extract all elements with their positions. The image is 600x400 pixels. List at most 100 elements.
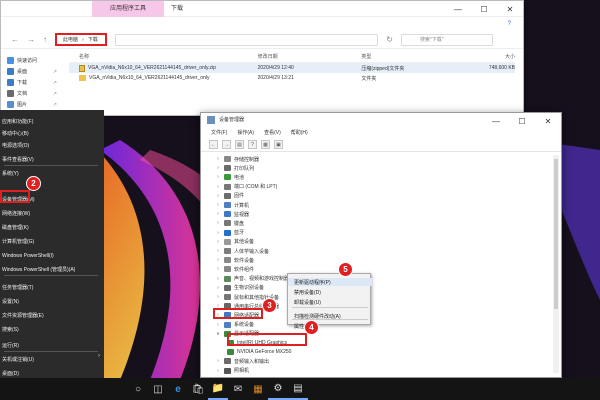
device-category[interactable]: › 蓝牙 (215, 229, 244, 237)
collapsed-chevron-icon[interactable]: › (215, 211, 221, 217)
mail-icon[interactable]: ✉ (228, 378, 248, 400)
application-tools-tab[interactable]: 应用程序工具 (92, 1, 164, 17)
winx-item[interactable]: 电源选项(O) (0, 140, 29, 151)
winx-item[interactable]: 运行(R) (0, 340, 19, 351)
properties-icon[interactable]: ▤ (235, 140, 244, 149)
task-view-icon[interactable]: ◫ (148, 378, 168, 400)
column-header-type[interactable]: 类型 (361, 53, 457, 60)
app-icon[interactable]: ▦ (248, 378, 268, 400)
collapsed-chevron-icon[interactable]: › (215, 322, 221, 328)
context-menu-item[interactable]: 卸载设备(U) (288, 298, 372, 306)
sidebar-item[interactable]: 快速访问 (1, 55, 61, 66)
winx-item[interactable]: 设置(N) (0, 296, 19, 307)
file-row[interactable]: VGA_nVidia_N6x10_64_VER2621144145_driver… (69, 73, 515, 83)
collapsed-chevron-icon[interactable]: › (215, 248, 221, 254)
device-category[interactable]: › 打印队列 (215, 164, 254, 172)
winx-item[interactable]: 计算机管理(G) (0, 236, 34, 247)
device-manager-icon[interactable]: ▤ (288, 378, 308, 400)
scrollbar[interactable] (553, 155, 559, 373)
winx-item[interactable]: Windows PowerShell(I) (0, 250, 54, 261)
winx-item[interactable]: 事件查看器(V) (0, 154, 34, 165)
pin-icon[interactable]: ↗ (53, 80, 57, 86)
winx-item[interactable]: 任务管理器(T) (0, 282, 33, 293)
column-header-name[interactable]: 名称 (69, 53, 258, 60)
device-category[interactable]: › 监视器 (215, 210, 249, 218)
collapsed-chevron-icon[interactable]: › (215, 368, 221, 374)
refresh-icon[interactable]: ↻ (386, 35, 393, 44)
collapsed-chevron-icon[interactable]: › (215, 294, 221, 300)
sidebar-item[interactable]: 文档 ↗ (1, 88, 61, 99)
collapsed-chevron-icon[interactable]: › (215, 358, 221, 364)
winx-item[interactable]: 网络连接(W) (0, 208, 30, 219)
context-menu-item[interactable]: 禁用设备(D) (288, 288, 372, 296)
search-icon[interactable]: ○ (128, 378, 148, 400)
minimize-icon[interactable]: — (445, 1, 471, 17)
maximize-icon[interactable]: ☐ (471, 1, 497, 17)
device-category[interactable]: › 声音、视频和游戏控制器 (215, 275, 289, 283)
menu-file[interactable]: 文件(F) (211, 129, 227, 136)
monitor-icon[interactable]: ▣ (274, 140, 283, 149)
winx-item[interactable]: 系统(Y) (0, 168, 19, 179)
minimize-icon[interactable]: — (483, 113, 509, 129)
device-item[interactable]: NVIDIA GeForce MX250 (227, 348, 291, 356)
collapsed-chevron-icon[interactable]: › (215, 220, 221, 226)
close-icon[interactable]: ✕ (497, 1, 523, 17)
device-category[interactable]: › 存储控制器 (215, 155, 259, 163)
device-category[interactable]: › 软件设备 (215, 256, 254, 264)
file-row[interactable]: VGA_nVidia_N6x10_64_VER2621144145_driver… (69, 63, 515, 73)
close-icon[interactable]: ✕ (535, 113, 561, 129)
pin-icon[interactable]: ↗ (53, 91, 57, 97)
sidebar-item[interactable]: 图片 ↗ (1, 99, 61, 110)
winx-item[interactable]: 关机或注销(U) (0, 354, 34, 365)
device-category[interactable]: › 生物识别设备 (215, 284, 264, 292)
collapsed-chevron-icon[interactable]: › (215, 239, 221, 245)
menu-action[interactable]: 操作(A) (237, 129, 254, 136)
file-explorer-icon[interactable]: 📁 (208, 378, 228, 400)
column-header-date[interactable]: 修改日期 (258, 53, 362, 60)
breadcrumb-segment-pc[interactable]: 此电脑 (63, 36, 78, 43)
back-icon[interactable]: ← (209, 140, 218, 149)
collapsed-chevron-icon[interactable]: › (215, 230, 221, 236)
winx-item[interactable]: 移动中心(B) (0, 128, 29, 139)
search-input[interactable]: 搜索"下载" (401, 33, 493, 46)
context-menu-item[interactable]: 更新驱动程序(P) (288, 278, 372, 286)
winx-item[interactable]: Windows PowerShell (管理员)(A) (0, 264, 75, 275)
menu-view[interactable]: 查看(V) (264, 129, 281, 136)
device-category[interactable]: › 系统设备 (215, 321, 254, 329)
help-icon[interactable]: ? (248, 140, 257, 149)
collapsed-chevron-icon[interactable]: › (215, 202, 221, 208)
device-category[interactable]: › 照相机 (215, 367, 249, 375)
device-category[interactable]: › 键盘 (215, 219, 244, 227)
device-category[interactable]: › 其他设备 (215, 238, 254, 246)
scrollbar-thumb[interactable] (554, 159, 558, 309)
sidebar-item[interactable]: 桌面 ↗ (1, 66, 61, 77)
winx-item[interactable]: 磁盘管理(K) (0, 222, 29, 233)
menu-help[interactable]: 帮助(H) (291, 129, 308, 136)
context-menu-item[interactable]: 属性(R) (288, 322, 372, 330)
collapsed-chevron-icon[interactable]: › (215, 184, 221, 190)
pin-icon[interactable]: ↗ (53, 102, 57, 108)
device-category[interactable]: › 音频输入和输出 (215, 357, 269, 365)
settings-icon[interactable]: ⚙ (268, 378, 288, 400)
collapsed-chevron-icon[interactable]: › (215, 257, 221, 263)
back-arrow-icon[interactable]: ← (11, 35, 19, 44)
store-icon[interactable]: 🛍 (188, 378, 208, 400)
address-bar[interactable]: 此电脑 › 下载 (55, 33, 107, 46)
breadcrumb-segment-downloads[interactable]: 下载 (88, 36, 98, 43)
pin-icon[interactable]: ↗ (53, 69, 57, 75)
device-category[interactable]: › 固件 (215, 192, 244, 200)
sidebar-item[interactable]: 下载 ↗ (1, 77, 61, 88)
winx-item[interactable]: 文件资源管理器(E) (0, 310, 44, 321)
device-category[interactable]: › 软件组件 (215, 265, 254, 273)
winx-item[interactable]: 搜索(S) (0, 324, 19, 335)
edge-icon[interactable]: e (168, 378, 188, 400)
device-category[interactable]: › 人体学输入设备 (215, 247, 269, 255)
scan-hardware-icon[interactable]: ▦ (261, 140, 270, 149)
collapsed-chevron-icon[interactable]: › (215, 174, 221, 180)
collapsed-chevron-icon[interactable]: › (215, 156, 221, 162)
up-arrow-icon[interactable]: ↑ (43, 35, 47, 44)
device-category[interactable]: › 端口 (COM 和 LPT) (215, 183, 277, 191)
help-icon[interactable]: ? (508, 21, 511, 27)
collapsed-chevron-icon[interactable]: › (215, 165, 221, 171)
collapsed-chevron-icon[interactable]: › (215, 285, 221, 291)
